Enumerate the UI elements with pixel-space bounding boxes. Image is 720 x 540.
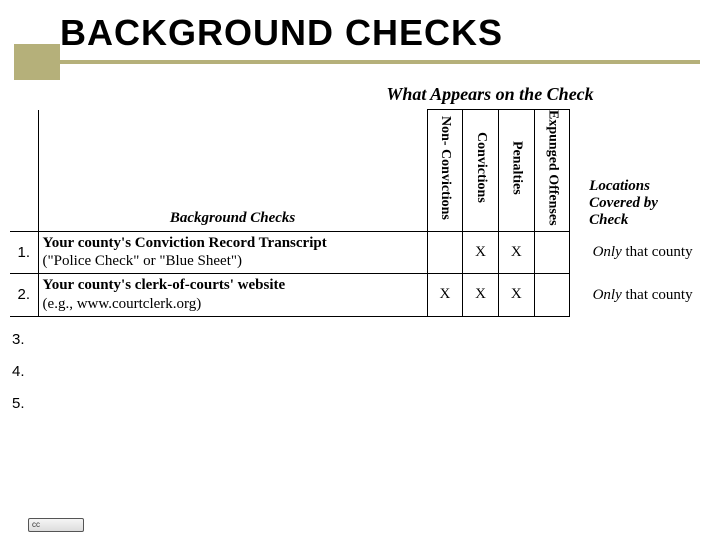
row-number: 1.: [10, 231, 38, 274]
title-underline: [60, 60, 700, 64]
page-title: BACKGROUND CHECKS: [60, 12, 720, 54]
table-row-empty: 4.: [10, 349, 700, 381]
cell-spacer: [570, 274, 585, 317]
col-exp-header: Expunged Offenses: [534, 110, 570, 232]
cell-pen: X: [498, 274, 534, 317]
col-conv-header: Convictions: [463, 110, 499, 232]
cell-spacer: [570, 231, 585, 274]
row-desc: Your county's clerk-of-courts' website(e…: [38, 274, 427, 317]
cell-loc: Only that county: [585, 274, 700, 317]
row-number: 4.: [10, 349, 700, 381]
cell-exp: [534, 231, 570, 274]
table-row: 2.Your county's clerk-of-courts' website…: [10, 274, 700, 317]
table-row-empty: 3.: [10, 316, 700, 349]
col-number-header: [10, 110, 38, 232]
cell-nonconv: [427, 231, 463, 274]
row-desc: Your county's Conviction Record Transcri…: [38, 231, 427, 274]
section-header: What Appears on the Check: [300, 84, 680, 105]
cell-conv: X: [463, 231, 499, 274]
checks-table-wrap: Background Checks Non- Convictions Convi…: [10, 109, 700, 413]
cell-nonconv: X: [427, 274, 463, 317]
cc-license-icon: cc: [28, 518, 84, 532]
row-number: 3.: [10, 316, 700, 349]
cell-pen: X: [498, 231, 534, 274]
row-number: 2.: [10, 274, 38, 317]
table-row-empty: 5.: [10, 381, 700, 413]
col-nonconv-header: Non- Convictions: [427, 110, 463, 232]
row-number: 5.: [10, 381, 700, 413]
col-spacer: [570, 110, 585, 232]
checks-table: Background Checks Non- Convictions Convi…: [10, 109, 700, 413]
col-desc-header: Background Checks: [38, 110, 427, 232]
cell-conv: X: [463, 274, 499, 317]
cell-loc: Only that county: [585, 231, 700, 274]
col-loc-header: Locations Covered by Check: [585, 110, 700, 232]
table-row: 1.Your county's Conviction Record Transc…: [10, 231, 700, 274]
col-pen-header: Penalties: [498, 110, 534, 232]
cell-exp: [534, 274, 570, 317]
